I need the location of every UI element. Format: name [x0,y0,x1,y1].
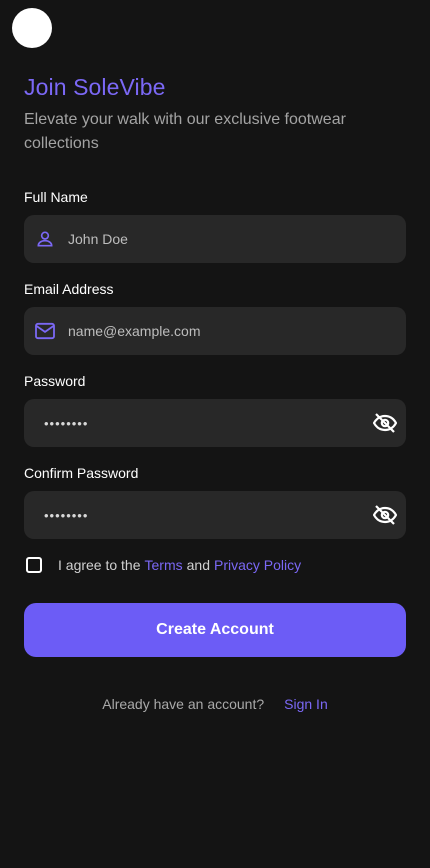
agreement-prefix: I agree to the [58,557,141,573]
sign-in-link[interactable]: Sign In [284,696,328,712]
page-title: Join SoleVibe [24,74,166,100]
full-name-label: Full Name [24,189,88,205]
create-account-button[interactable]: Create Account [24,603,406,657]
full-name-input[interactable]: John Doe [68,231,406,247]
password-field[interactable]: •••••••• [24,399,406,447]
privacy-policy-link[interactable]: Privacy Policy [214,557,301,573]
full-name-field[interactable]: John Doe [24,215,406,263]
mail-icon [34,320,56,342]
email-input[interactable]: name@example.com [68,323,406,339]
confirm-password-label: Confirm Password [24,465,139,481]
agree-checkbox[interactable] [26,557,42,573]
agreement-and: and [186,557,210,573]
confirm-password-field[interactable]: •••••••• [24,491,406,539]
confirm-password-input[interactable]: •••••••• [44,508,372,523]
signin-prompt: Already have an account? [102,696,265,712]
person-icon [34,228,56,250]
signin-row: Already have an account? Sign In [0,696,430,712]
password-input[interactable]: •••••••• [44,416,372,431]
eye-off-icon[interactable] [372,410,398,436]
password-label: Password [24,373,86,389]
agreement-row: I agree to the Terms and Privacy Policy [26,557,301,573]
back-button[interactable] [12,8,52,48]
terms-link[interactable]: Terms [145,557,183,573]
email-label: Email Address [24,281,114,297]
page-subtitle: Elevate your walk with our exclusive foo… [24,111,346,152]
email-field[interactable]: name@example.com [24,307,406,355]
eye-off-icon[interactable] [372,502,398,528]
